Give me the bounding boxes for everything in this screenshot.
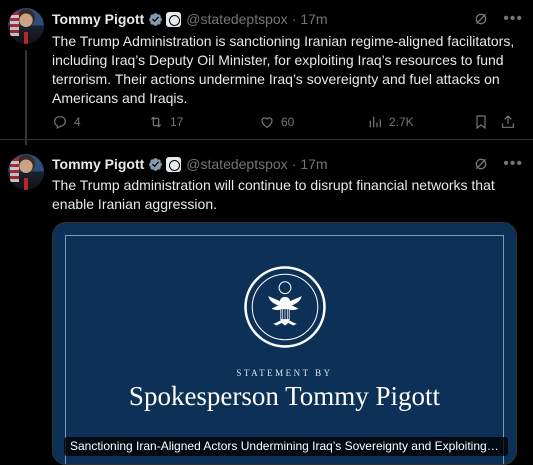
- retweet-button[interactable]: 17: [148, 114, 183, 130]
- views-button[interactable]: 2.7K: [367, 114, 414, 130]
- separator-dot: ·: [291, 11, 297, 27]
- author-name[interactable]: Tommy Pigott: [52, 156, 144, 172]
- thread-connector-line: [25, 50, 27, 145]
- affiliation-badge-icon: [166, 156, 182, 172]
- tweet-actions: 4 17 60 2.7K: [52, 114, 522, 134]
- avatar[interactable]: [8, 8, 44, 44]
- tweet-text: The Trump administration will continue t…: [52, 177, 495, 212]
- author-name[interactable]: Tommy Pigott: [52, 11, 144, 27]
- retweet-icon: [150, 116, 162, 128]
- tweet-text: The Trump Administration is sanctioning …: [52, 33, 515, 106]
- timestamp[interactable]: 17m: [300, 156, 327, 172]
- share-icon: [502, 115, 514, 128]
- state-department-seal-icon: [244, 266, 326, 348]
- reply-icon: [54, 116, 66, 130]
- timestamp[interactable]: 17m: [300, 11, 327, 27]
- link-card[interactable]: STATEMENT BY Spokesperson Tommy Pigott S…: [52, 222, 517, 465]
- more-icon[interactable]: •••: [503, 156, 523, 172]
- avatar[interactable]: [8, 154, 44, 190]
- card-caption[interactable]: Sanctioning Iran-Aligned Actors Undermin…: [64, 437, 508, 456]
- tweet-2[interactable]: Tommy Pigott @statedeptspox · 17m ••• Th…: [0, 140, 533, 465]
- verified-badge-icon: [149, 157, 163, 171]
- like-icon: [261, 117, 273, 129]
- verified-badge-icon: [149, 12, 163, 26]
- like-count: 60: [281, 115, 295, 129]
- bookmark-button[interactable]: [473, 114, 489, 130]
- reply-button[interactable]: 4: [52, 114, 81, 130]
- grok-icon[interactable]: [473, 11, 489, 27]
- retweet-count: 17: [170, 115, 184, 129]
- author-handle[interactable]: @statedeptspox: [186, 11, 287, 27]
- views-icon: [369, 116, 381, 128]
- bookmark-icon: [476, 115, 486, 130]
- statement-title: Spokesperson Tommy Pigott: [128, 381, 441, 411]
- statement-label: STATEMENT BY: [236, 368, 333, 378]
- views-count: 2.7K: [389, 115, 414, 129]
- like-button[interactable]: 60: [259, 114, 294, 130]
- separator-dot: ·: [291, 156, 297, 172]
- author-handle[interactable]: @statedeptspox: [186, 156, 287, 172]
- tweet-header: Tommy Pigott @statedeptspox · 17m •••: [52, 154, 523, 174]
- tweet-1[interactable]: Tommy Pigott @statedeptspox · 17m ••• Th…: [0, 0, 533, 145]
- share-button[interactable]: [500, 114, 516, 130]
- affiliation-badge-icon: [166, 11, 182, 27]
- grok-icon[interactable]: [473, 156, 489, 172]
- reply-count: 4: [74, 115, 81, 129]
- more-icon[interactable]: •••: [503, 11, 523, 27]
- tweet-header: Tommy Pigott @statedeptspox · 17m •••: [52, 9, 523, 29]
